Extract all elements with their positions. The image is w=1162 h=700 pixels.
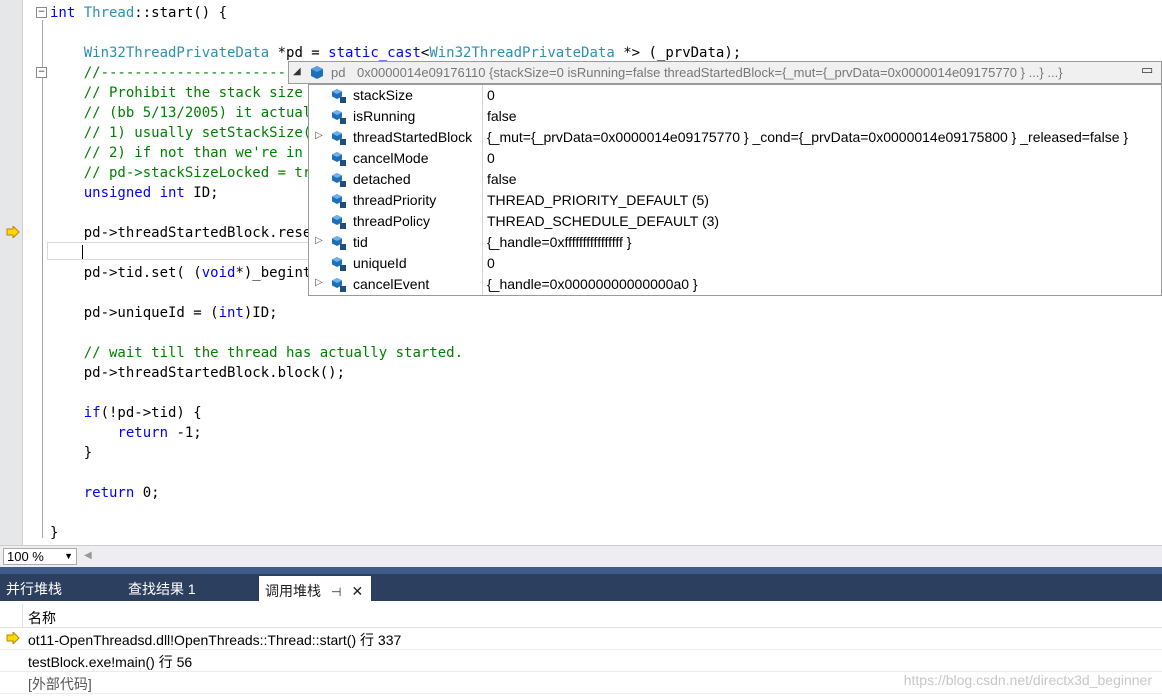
table-row[interactable]: testBlock.exe!main() 行 56 (0, 650, 1162, 672)
code-line[interactable] (50, 23, 741, 43)
datatip-member-row[interactable]: isRunning false (309, 106, 1161, 127)
grid-header: 名称 (0, 604, 1162, 628)
member-value[interactable]: {_mut={_prvData=0x0000014e09175770 } _co… (487, 129, 1128, 145)
field-icon (332, 131, 346, 145)
watermark: https://blog.csdn.net/directx3d_beginner (903, 672, 1152, 688)
panel-tabs: 并行堆栈 查找结果 1 调用堆栈 ⊣ ✕ (0, 574, 1162, 603)
expand-triangle-icon[interactable]: ▷ (315, 277, 323, 288)
member-value[interactable]: {_handle=0xffffffffffffffff } (487, 234, 631, 250)
member-name: stackSize (353, 87, 413, 103)
code-line[interactable] (50, 463, 741, 483)
chevron-down-icon[interactable]: ▼ (64, 549, 73, 564)
field-icon (332, 194, 346, 208)
outline-line (42, 20, 43, 538)
code-line[interactable]: pd->threadStartedBlock.block(); (50, 363, 741, 383)
gutter-divider (22, 0, 23, 545)
member-name: isRunning (353, 108, 416, 124)
code-line[interactable]: if(!pd->tid) { (50, 403, 741, 423)
datatip-member-row[interactable]: stackSize 0 (309, 85, 1161, 106)
member-name: cancelMode (353, 150, 429, 166)
member-value[interactable]: false (487, 108, 517, 124)
datatip-member-row[interactable]: detached false (309, 169, 1161, 190)
field-icon (332, 173, 346, 187)
datatip-variable-name: pd (331, 65, 346, 80)
member-value[interactable]: 0 (487, 255, 495, 271)
code-line[interactable]: // wait till the thread has actually sta… (50, 343, 741, 363)
field-icon (332, 236, 346, 250)
datatip-member-row[interactable]: ▷ cancelEvent {_handle=0x00000000000000a0 … (309, 274, 1161, 295)
close-icon[interactable]: ✕ (351, 583, 363, 599)
member-name: threadPolicy (353, 213, 431, 229)
expand-triangle-icon[interactable]: ▷ (315, 130, 323, 141)
field-icon (332, 89, 346, 103)
code-line[interactable] (50, 323, 741, 343)
column-name[interactable]: 名称 (28, 608, 56, 628)
code-line[interactable]: Win32ThreadPrivateData *pd = static_cast… (50, 43, 741, 63)
collapse-triangle-icon[interactable]: ◢ (293, 66, 301, 77)
member-name: detached (353, 171, 411, 187)
datatip-member-row[interactable]: threadPriority THREAD_PRIORITY_DEFAULT (5… (309, 190, 1161, 211)
pin-icon[interactable]: ▭ (1141, 62, 1153, 78)
datatip-header[interactable]: ◢ pd 0x0000014e09176110 {stackSize=0 isR… (288, 61, 1162, 84)
member-value[interactable]: {_handle=0x00000000000000a0 } (487, 276, 698, 292)
member-name: threadStartedBlock (353, 129, 473, 145)
code-editor[interactable]: − − int Thread::start() { Win32ThreadPri… (0, 0, 1162, 545)
member-name: tid (353, 234, 368, 250)
field-icon (332, 257, 346, 271)
code-line[interactable] (50, 383, 741, 403)
field-icon (332, 278, 346, 292)
member-value[interactable]: 0 (487, 150, 495, 166)
tab-parallel-stacks[interactable]: 并行堆栈 (6, 574, 62, 601)
datatip-variable-value[interactable]: 0x0000014e09176110 {stackSize=0 isRunnin… (357, 65, 1137, 80)
member-name: threadPriority (353, 192, 437, 208)
member-name: uniqueId (353, 255, 407, 271)
zoom-dropdown[interactable]: 100 % ▼ (3, 548, 77, 565)
variable-icon (311, 66, 323, 79)
code-line[interactable] (50, 503, 741, 523)
code-line[interactable]: } (50, 523, 741, 543)
pin-icon[interactable]: ⊣ (331, 585, 341, 599)
field-icon (332, 152, 346, 166)
current-statement-arrow-icon (6, 226, 20, 238)
expand-triangle-icon[interactable]: ▷ (315, 235, 323, 246)
code-line[interactable]: pd->uniqueId = (int)ID; (50, 303, 741, 323)
zoom-level: 100 % (7, 549, 44, 564)
collapse-icon[interactable]: − (36, 7, 47, 18)
text-caret (82, 245, 83, 259)
member-value[interactable]: 0 (487, 87, 495, 103)
field-icon (332, 215, 346, 229)
scroll-left-icon[interactable]: ◀ (84, 550, 92, 561)
member-value[interactable]: THREAD_PRIORITY_DEFAULT (5) (487, 192, 709, 208)
datatip-member-row[interactable]: threadPolicy THREAD_SCHEDULE_DEFAULT (3) (309, 211, 1161, 232)
tab-find-results[interactable]: 查找结果 1 (128, 574, 196, 601)
editor-status-strip: 100 % ▼ ◀ (0, 545, 1162, 567)
field-icon (332, 110, 346, 124)
tab-call-stack[interactable]: 调用堆栈 ⊣ ✕ (259, 576, 372, 603)
editor-gutter[interactable] (0, 0, 22, 545)
code-line[interactable]: int Thread::start() { (50, 3, 741, 23)
current-frame-arrow-icon (6, 632, 20, 644)
datatip-member-row[interactable]: cancelMode 0 (309, 148, 1161, 169)
datatip-member-row[interactable]: ▷ threadStartedBlock {_mut={_prvData=0x000… (309, 127, 1161, 148)
datatip-member-row[interactable]: ▷ tid {_handle=0xffffffffffffffff } (309, 232, 1161, 253)
code-line[interactable]: return 0; (50, 483, 741, 503)
panel-divider (0, 567, 1162, 574)
datatip-members[interactable]: stackSize 0 isRunning false ▷ threadStartedBl… (308, 84, 1162, 296)
collapse-icon[interactable]: − (36, 67, 47, 78)
member-name: cancelEvent (353, 276, 430, 292)
code-line[interactable]: } (50, 443, 741, 463)
datatip-member-row[interactable]: uniqueId 0 (309, 253, 1161, 274)
member-value[interactable]: false (487, 171, 517, 187)
code-line[interactable]: return -1; (50, 423, 741, 443)
table-row[interactable]: ot11-OpenThreadsd.dll!OpenThreads::Threa… (0, 628, 1162, 650)
member-value[interactable]: THREAD_SCHEDULE_DEFAULT (3) (487, 213, 719, 229)
